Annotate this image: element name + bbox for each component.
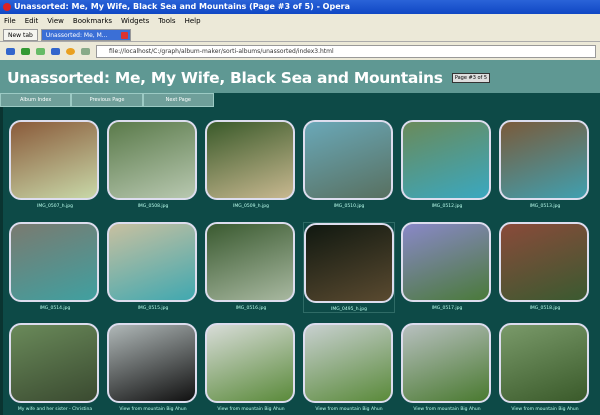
photo-thumbnail[interactable]: [107, 323, 197, 403]
gallery-item[interactable]: View from mountain Big Ahun: [499, 323, 591, 412]
photo-caption[interactable]: IMG_0508.jpg: [107, 204, 199, 209]
gallery-item[interactable]: IMG_0508.jpg: [107, 120, 199, 209]
menu-item-view[interactable]: View: [47, 14, 64, 28]
photo-thumbnail[interactable]: [9, 323, 99, 403]
photo-thumbnail[interactable]: [303, 120, 393, 200]
close-tab-icon[interactable]: [120, 32, 128, 39]
gallery-item[interactable]: IMG_0495_h.jpg: [303, 222, 395, 313]
menu-item-file[interactable]: File: [4, 14, 16, 28]
gallery-item[interactable]: IMG_0510.jpg: [303, 120, 395, 209]
photo-caption[interactable]: IMG_0510.jpg: [303, 204, 395, 209]
photo-caption[interactable]: IMG_0509_h.jpg: [205, 204, 297, 209]
photo-thumbnail[interactable]: [499, 222, 589, 302]
page-nav: Album Index Previous Page Next Page: [0, 93, 214, 107]
photo-gallery: IMG_0507_h.jpg IMG_0508.jpg IMG_0509_h.jpg…: [0, 107, 600, 415]
photo-caption[interactable]: My wife and her sister - Christina: [9, 407, 101, 412]
photo-caption[interactable]: IMG_0517.jpg: [401, 306, 493, 311]
gallery-item[interactable]: My wife and her sister - Christina: [9, 323, 101, 412]
gallery-item[interactable]: View from mountain Big Ahun: [401, 323, 493, 412]
previous-page-button[interactable]: Previous Page: [71, 93, 143, 107]
gallery-item[interactable]: IMG_0509_h.jpg: [205, 120, 297, 209]
menu-bar: File Edit View Bookmarks Widgets Tools Help: [0, 14, 600, 28]
home-icon[interactable]: [51, 47, 60, 55]
photo-thumbnail[interactable]: [9, 120, 99, 200]
menu-item-bookmarks[interactable]: Bookmarks: [73, 14, 112, 28]
gallery-item[interactable]: IMG_0517.jpg: [401, 222, 493, 311]
gallery-item[interactable]: View from mountain Big Ahun: [205, 323, 297, 412]
address-input[interactable]: file://localhost/C:/graph/album-maker/so…: [96, 44, 596, 58]
tab-bar: New tab Unassorted: Me, M...: [0, 28, 600, 42]
window-title: Unassorted: Me, My Wife, Black Sea and M…: [14, 2, 350, 11]
gallery-item[interactable]: IMG_0513.jpg: [499, 120, 591, 209]
menu-item-edit[interactable]: Edit: [25, 14, 39, 28]
gallery-item[interactable]: View from mountain Big Ahun: [303, 323, 395, 412]
forward-icon[interactable]: [21, 47, 30, 55]
photo-thumbnail[interactable]: [205, 323, 295, 403]
album-index-button[interactable]: Album Index: [0, 93, 72, 107]
gallery-item[interactable]: IMG_0512.jpg: [401, 120, 493, 209]
photo-caption[interactable]: View from mountain Big Ahun: [401, 407, 493, 412]
menu-item-tools[interactable]: Tools: [158, 14, 175, 28]
photo-caption[interactable]: IMG_0495_h.jpg: [304, 307, 394, 312]
photo-caption[interactable]: View from mountain Big Ahun: [107, 407, 199, 412]
gallery-item[interactable]: IMG_0516.jpg: [205, 222, 297, 311]
gallery-item[interactable]: View from mountain Big Ahun: [107, 323, 199, 412]
gallery-item[interactable]: IMG_0507_h.jpg: [9, 120, 101, 209]
next-page-button[interactable]: Next Page: [142, 93, 214, 107]
back-icon[interactable]: [6, 47, 15, 55]
photo-caption[interactable]: View from mountain Big Ahun: [499, 407, 591, 412]
page-number-button[interactable]: Page #3 of 5: [451, 73, 491, 83]
photo-caption[interactable]: IMG_0516.jpg: [205, 306, 297, 311]
page-title: Unassorted: Me, My Wife, Black Sea and M…: [7, 69, 443, 87]
toolbar: file://localhost/C:/graph/album-maker/so…: [0, 42, 600, 60]
photo-thumbnail[interactable]: [205, 222, 295, 302]
photo-thumbnail[interactable]: [107, 222, 197, 302]
photo-caption[interactable]: View from mountain Big Ahun: [205, 407, 297, 412]
photo-thumbnail[interactable]: [205, 120, 295, 200]
photo-caption[interactable]: IMG_0515.jpg: [107, 306, 199, 311]
wand-icon[interactable]: [66, 47, 75, 55]
tab-new[interactable]: New tab: [3, 29, 38, 41]
photo-thumbnail[interactable]: [303, 323, 393, 403]
edit-icon[interactable]: [81, 47, 90, 55]
photo-thumbnail[interactable]: [499, 120, 589, 200]
photo-thumbnail[interactable]: [499, 323, 589, 403]
page-header: Unassorted: Me, My Wife, Black Sea and M…: [0, 60, 600, 93]
photo-caption[interactable]: IMG_0512.jpg: [401, 204, 493, 209]
gallery-item[interactable]: IMG_0518.jpg: [499, 222, 591, 311]
photo-caption[interactable]: IMG_0507_h.jpg: [9, 204, 101, 209]
photo-thumbnail[interactable]: [401, 222, 491, 302]
photo-caption[interactable]: IMG_0518.jpg: [499, 306, 591, 311]
menu-item-help[interactable]: Help: [185, 14, 201, 28]
photo-thumbnail[interactable]: [304, 223, 394, 303]
photo-thumbnail[interactable]: [401, 120, 491, 200]
photo-thumbnail[interactable]: [401, 323, 491, 403]
window-title-bar: Unassorted: Me, My Wife, Black Sea and M…: [0, 0, 600, 14]
photo-caption[interactable]: IMG_0514.jpg: [9, 306, 101, 311]
photo-caption[interactable]: IMG_0513.jpg: [499, 204, 591, 209]
photo-thumbnail[interactable]: [107, 120, 197, 200]
opera-icon: [3, 3, 11, 11]
gallery-item[interactable]: IMG_0515.jpg: [107, 222, 199, 311]
menu-item-widgets[interactable]: Widgets: [121, 14, 149, 28]
photo-caption[interactable]: View from mountain Big Ahun: [303, 407, 395, 412]
tab-current[interactable]: Unassorted: Me, M...: [40, 29, 131, 41]
reload-icon[interactable]: [36, 47, 45, 55]
tab-label: Unassorted: Me, M...: [45, 32, 108, 39]
gallery-item[interactable]: IMG_0514.jpg: [9, 222, 101, 311]
photo-thumbnail[interactable]: [9, 222, 99, 302]
